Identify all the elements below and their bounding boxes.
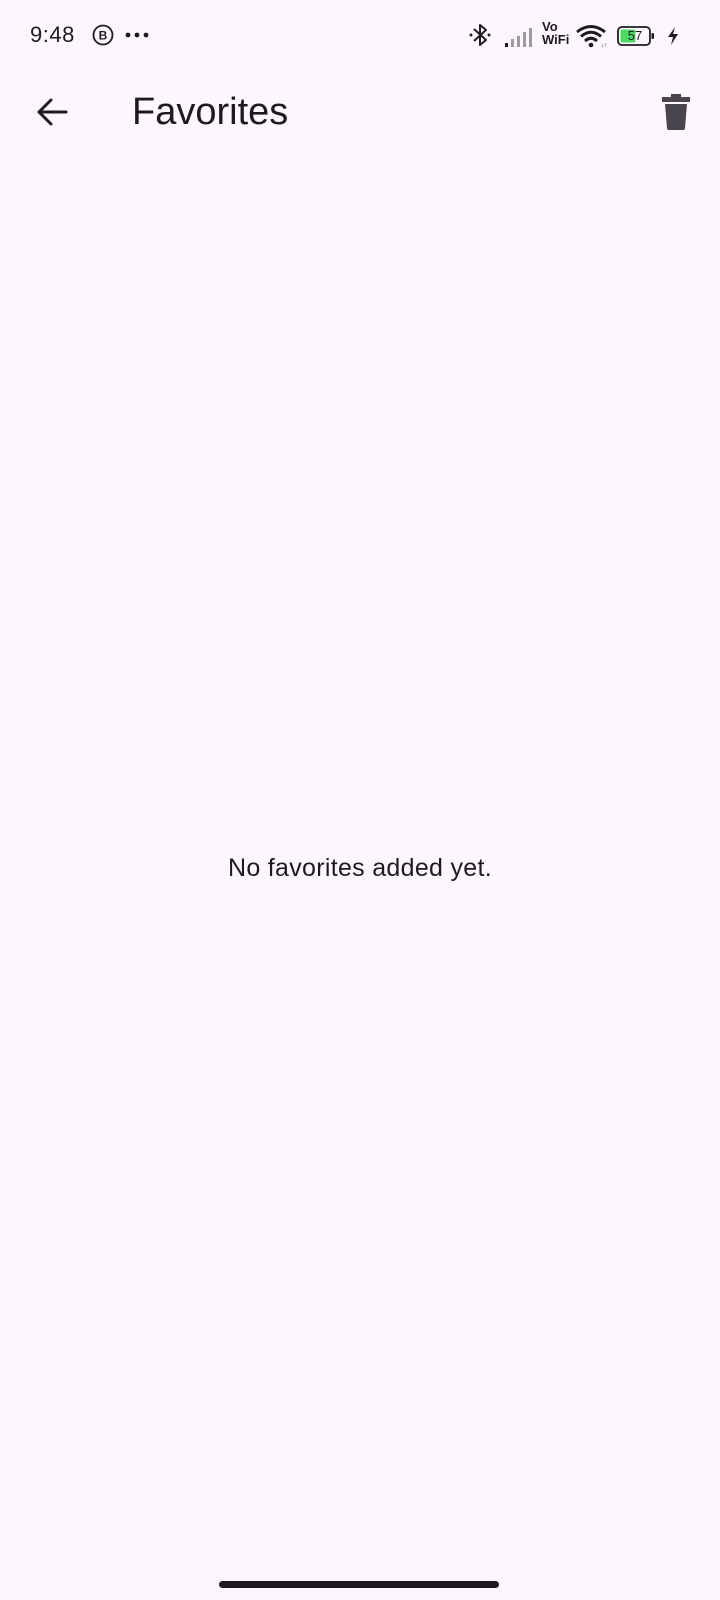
signal-icon [505,28,532,47]
vowifi-indicator: Vo WiFi [542,20,574,50]
charging-icon [668,27,678,45]
empty-state-message: No favorites added yet. [228,854,492,882]
battery-level: 57 [627,28,643,43]
more-notifications-icon [125,32,149,38]
back-button[interactable] [22,82,82,142]
b-notification-icon: B [92,24,114,46]
svg-text:B: B [99,29,108,43]
status-time: 9:48 [30,22,75,47]
bluetooth-icon [469,24,491,46]
wifi-icon: ↓↑ [576,25,607,48]
navigation-gesture-bar[interactable] [219,1581,499,1588]
trash-icon [662,94,690,130]
delete-all-button[interactable] [648,82,704,142]
vowifi-bottom: WiFi [542,32,570,47]
svg-text:↓↑: ↓↑ [601,43,607,48]
arrow-back-icon [37,98,68,126]
app-bar: Favorites [0,72,720,156]
status-bar: 9:48 B Vo WiFi ↓↑ 57 [0,0,720,72]
page-title: Favorites [132,91,289,133]
